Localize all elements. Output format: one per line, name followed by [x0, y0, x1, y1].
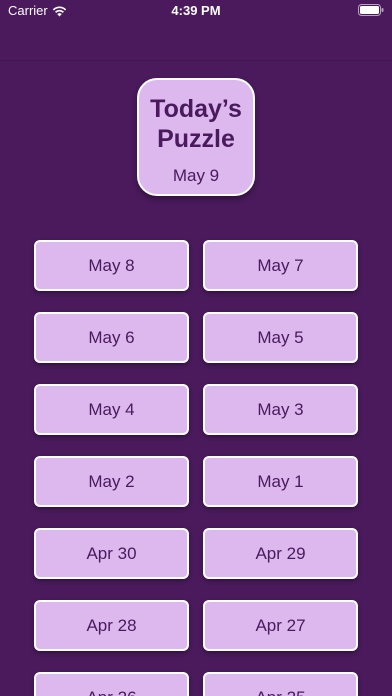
puzzle-day-button[interactable]: Apr 25 — [203, 672, 358, 696]
navigation-bar — [0, 22, 392, 61]
puzzle-day-button[interactable]: Apr 26 — [34, 672, 189, 696]
app-screen: Carrier 4:39 PM Today’s Puzzle May 9 May… — [0, 0, 392, 696]
puzzle-day-button[interactable]: May 4 — [34, 384, 189, 435]
todays-puzzle-date: May 9 — [172, 166, 220, 185]
puzzle-day-button[interactable]: Apr 30 — [34, 528, 189, 579]
todays-puzzle-button[interactable]: Today’s Puzzle May 9 — [137, 78, 255, 196]
puzzle-day-button[interactable]: May 6 — [34, 312, 189, 363]
todays-puzzle-title: Today’s Puzzle — [150, 95, 242, 153]
puzzle-day-button[interactable]: May 5 — [203, 312, 358, 363]
battery-icon — [358, 4, 384, 16]
puzzle-day-button[interactable]: May 8 — [34, 240, 189, 291]
puzzle-day-button[interactable]: May 3 — [203, 384, 358, 435]
status-bar: Carrier 4:39 PM — [0, 0, 392, 22]
puzzle-day-button[interactable]: May 2 — [34, 456, 189, 507]
status-time: 4:39 PM — [171, 3, 221, 18]
puzzle-day-button[interactable]: Apr 27 — [203, 600, 358, 651]
puzzle-day-button[interactable]: Apr 29 — [203, 528, 358, 579]
puzzle-day-button[interactable]: May 7 — [203, 240, 358, 291]
puzzle-day-button[interactable]: May 1 — [203, 456, 358, 507]
puzzle-day-button[interactable]: Apr 28 — [34, 600, 189, 651]
